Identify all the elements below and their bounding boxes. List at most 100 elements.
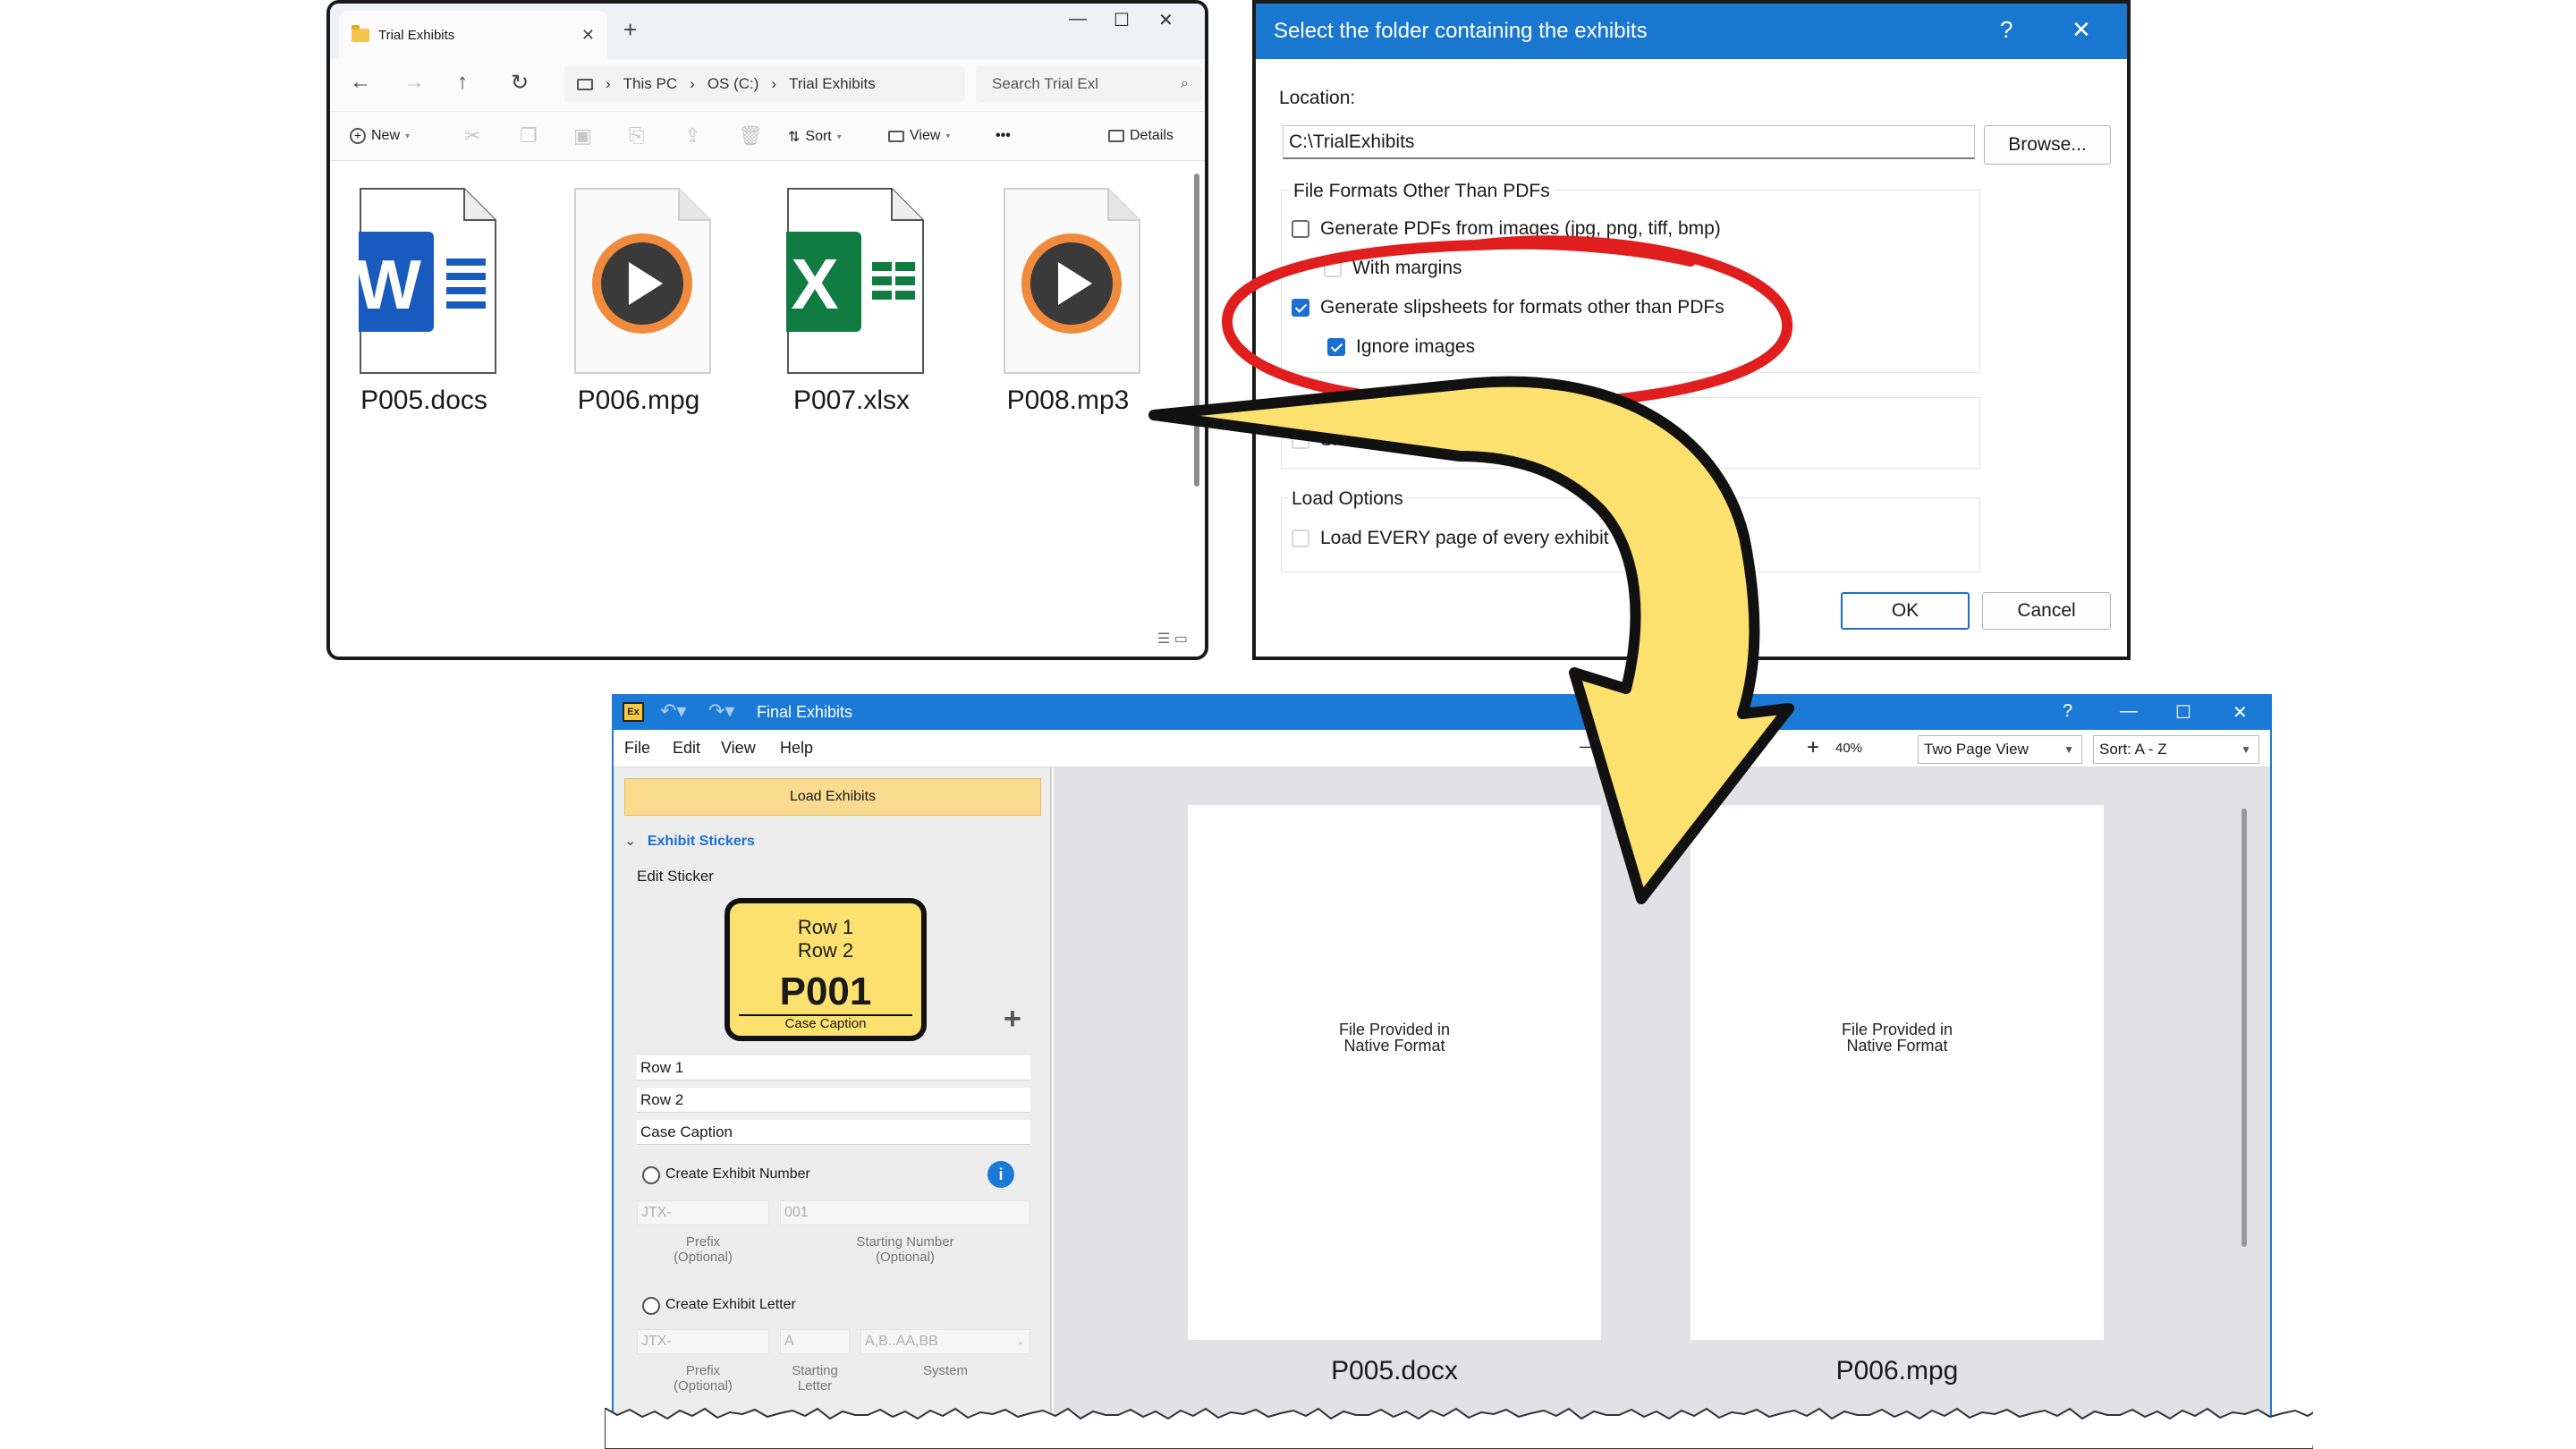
- left-panel: Load Exhibits ⌄ Exhibit Stickers Edit St…: [614, 767, 1052, 1428]
- file-explorer-window: Trial Exhibits ✕ + — ☐ ✕ ← → ↑ ↻ › This …: [326, 0, 1208, 660]
- maximize-button[interactable]: ☐: [1114, 9, 1130, 31]
- chevron-down-icon: ▾: [945, 131, 951, 141]
- menu-file[interactable]: File: [624, 739, 650, 758]
- section-title: Exhibit Stickers: [647, 834, 755, 849]
- app-minimize-button[interactable]: —: [2120, 701, 2138, 722]
- redo-icon[interactable]: ↷▾: [708, 699, 734, 723]
- explorer-tab[interactable]: Trial Exhibits ✕: [339, 11, 607, 59]
- svg-text:W: W: [359, 245, 421, 324]
- slipsheet-text: File Provided in Native Format: [1338, 1021, 1451, 1055]
- address-bar[interactable]: › This PC › OS (C:) › Trial Exhibits: [564, 66, 965, 102]
- breadcrumb-trial-exhibits[interactable]: Trial Exhibits: [789, 75, 876, 93]
- sort-label: Sort: [805, 129, 832, 144]
- app-maximize-button[interactable]: ☐: [2175, 701, 2191, 724]
- chevron-down-icon: ▼: [2063, 743, 2074, 756]
- ok-button[interactable]: OK: [1841, 592, 1970, 630]
- rename-icon[interactable]: ⎘: [629, 124, 645, 148]
- close-window-button[interactable]: ✕: [1158, 9, 1174, 31]
- file-formats-title: File Formats Other Than PDFs: [1290, 181, 1554, 202]
- back-arrow-icon[interactable]: ←: [350, 70, 371, 95]
- up-arrow-icon[interactable]: ↑: [457, 70, 468, 95]
- starting-number-caption: Starting Number (Optional): [856, 1234, 954, 1265]
- app-title: Final Exhibits: [757, 703, 853, 721]
- case-caption-input[interactable]: Case Caption: [637, 1120, 1030, 1145]
- file-name: P007.xlsx: [792, 386, 911, 415]
- new-button[interactable]: + New ▾: [350, 128, 410, 144]
- minimize-button[interactable]: —: [1069, 9, 1087, 30]
- zoom-in-button[interactable]: +: [1807, 735, 1819, 760]
- sticker-row2: Row 2: [797, 939, 854, 962]
- search-icon: ⌕: [1181, 76, 1189, 91]
- refresh-icon[interactable]: ↻: [511, 70, 529, 96]
- view-label: View: [910, 128, 941, 143]
- view-icon: [888, 130, 904, 142]
- undo-icon[interactable]: ↶▾: [660, 699, 686, 723]
- sort-value: Sort: A - Z: [2099, 741, 2167, 758]
- breadcrumb-sep: ›: [690, 75, 695, 92]
- starting-letter-input[interactable]: A: [780, 1329, 850, 1354]
- folder-icon: [352, 24, 369, 42]
- cut-icon[interactable]: ✂: [464, 124, 480, 148]
- search-input[interactable]: Search Trial Exl ⌕: [976, 66, 1201, 102]
- details-pane-icon: [1108, 130, 1124, 142]
- number-prefix-input[interactable]: JTX-: [637, 1200, 769, 1225]
- zoom-level: 40%: [1835, 741, 1863, 756]
- add-sticker-icon[interactable]: +: [1004, 1002, 1021, 1037]
- page-caption: P006.mpg: [1835, 1356, 1959, 1385]
- details-button[interactable]: Details: [1108, 128, 1174, 144]
- sticker-number: P001: [779, 970, 872, 1013]
- monitor-icon: [577, 78, 593, 90]
- browse-button[interactable]: Browse...: [1984, 125, 2111, 165]
- location-label: Location:: [1279, 88, 1356, 108]
- close-tab-icon[interactable]: ✕: [581, 26, 595, 45]
- viewer-scrollbar[interactable]: [2241, 809, 2247, 1247]
- chevron-down-icon: ⌄: [624, 834, 637, 849]
- app-close-button[interactable]: ✕: [2233, 701, 2248, 724]
- info-icon[interactable]: i: [987, 1161, 1014, 1188]
- menu-edit[interactable]: Edit: [673, 739, 700, 758]
- new-tab-button[interactable]: +: [623, 16, 637, 44]
- sort-dropdown[interactable]: Sort: A - Z ▼: [2093, 735, 2259, 764]
- letter-system-caption: System: [922, 1363, 968, 1378]
- sticker-caption: Case Caption: [784, 1016, 867, 1031]
- copy-icon[interactable]: ❐: [520, 124, 538, 148]
- file-name: P006.mpg: [577, 386, 700, 415]
- exhibit-stickers-section[interactable]: ⌄ Exhibit Stickers: [624, 832, 755, 850]
- letter-prefix-input[interactable]: JTX-: [637, 1329, 769, 1354]
- create-number-radio[interactable]: [642, 1166, 660, 1184]
- prefix-caption: Prefix (Optional): [674, 1234, 733, 1265]
- share-icon[interactable]: ⇪: [684, 124, 700, 148]
- chevron-down-icon: ▾: [836, 131, 842, 142]
- more-options-button[interactable]: •••: [996, 128, 1011, 144]
- sort-button[interactable]: ⇅ Sort ▾: [788, 128, 842, 146]
- exhibit-sticker-preview[interactable]: Row 1 Row 2 P001 Case Caption: [724, 898, 927, 1041]
- chevron-down-icon: ⌄: [1016, 1336, 1024, 1347]
- create-letter-radio[interactable]: [642, 1297, 660, 1315]
- excel-icon: X: [786, 188, 924, 374]
- letter-prefix-caption: Prefix (Optional): [674, 1363, 733, 1394]
- sticker-row2-input[interactable]: Row 2: [637, 1088, 1030, 1113]
- starting-number-input[interactable]: 001: [780, 1200, 1030, 1225]
- load-exhibits-button[interactable]: Load Exhibits: [624, 778, 1041, 816]
- breadcrumb-os-c[interactable]: OS (C:): [708, 75, 759, 93]
- file-name: P005.docs: [360, 386, 487, 415]
- create-number-label: Create Exhibit Number: [665, 1166, 810, 1182]
- media-play-icon: [1004, 188, 1140, 374]
- letter-system-dropdown[interactable]: A,B..AA,BB ⌄: [860, 1329, 1030, 1354]
- view-mode-dropdown[interactable]: Two Page View ▼: [1918, 735, 2082, 764]
- sticker-row1-input[interactable]: Row 1: [637, 1055, 1030, 1080]
- dialog-close-button[interactable]: ✕: [2072, 16, 2091, 44]
- delete-icon[interactable]: 🗑: [738, 124, 763, 148]
- menu-help[interactable]: Help: [780, 739, 813, 758]
- help-button[interactable]: ?: [2000, 16, 2012, 44]
- explorer-tab-title: Trial Exhibits: [378, 27, 455, 43]
- location-input[interactable]: C:\TrialExhibits: [1283, 125, 1975, 159]
- breadcrumb-this-pc[interactable]: This PC: [623, 75, 677, 93]
- paste-icon[interactable]: ▣: [573, 124, 592, 148]
- word-icon: W: [359, 188, 496, 374]
- menu-view[interactable]: View: [721, 739, 756, 758]
- forward-arrow-icon[interactable]: →: [403, 70, 425, 95]
- app-help-button[interactable]: ?: [2063, 701, 2072, 722]
- view-button[interactable]: View ▾: [888, 128, 950, 144]
- cancel-button[interactable]: Cancel: [1982, 592, 2111, 630]
